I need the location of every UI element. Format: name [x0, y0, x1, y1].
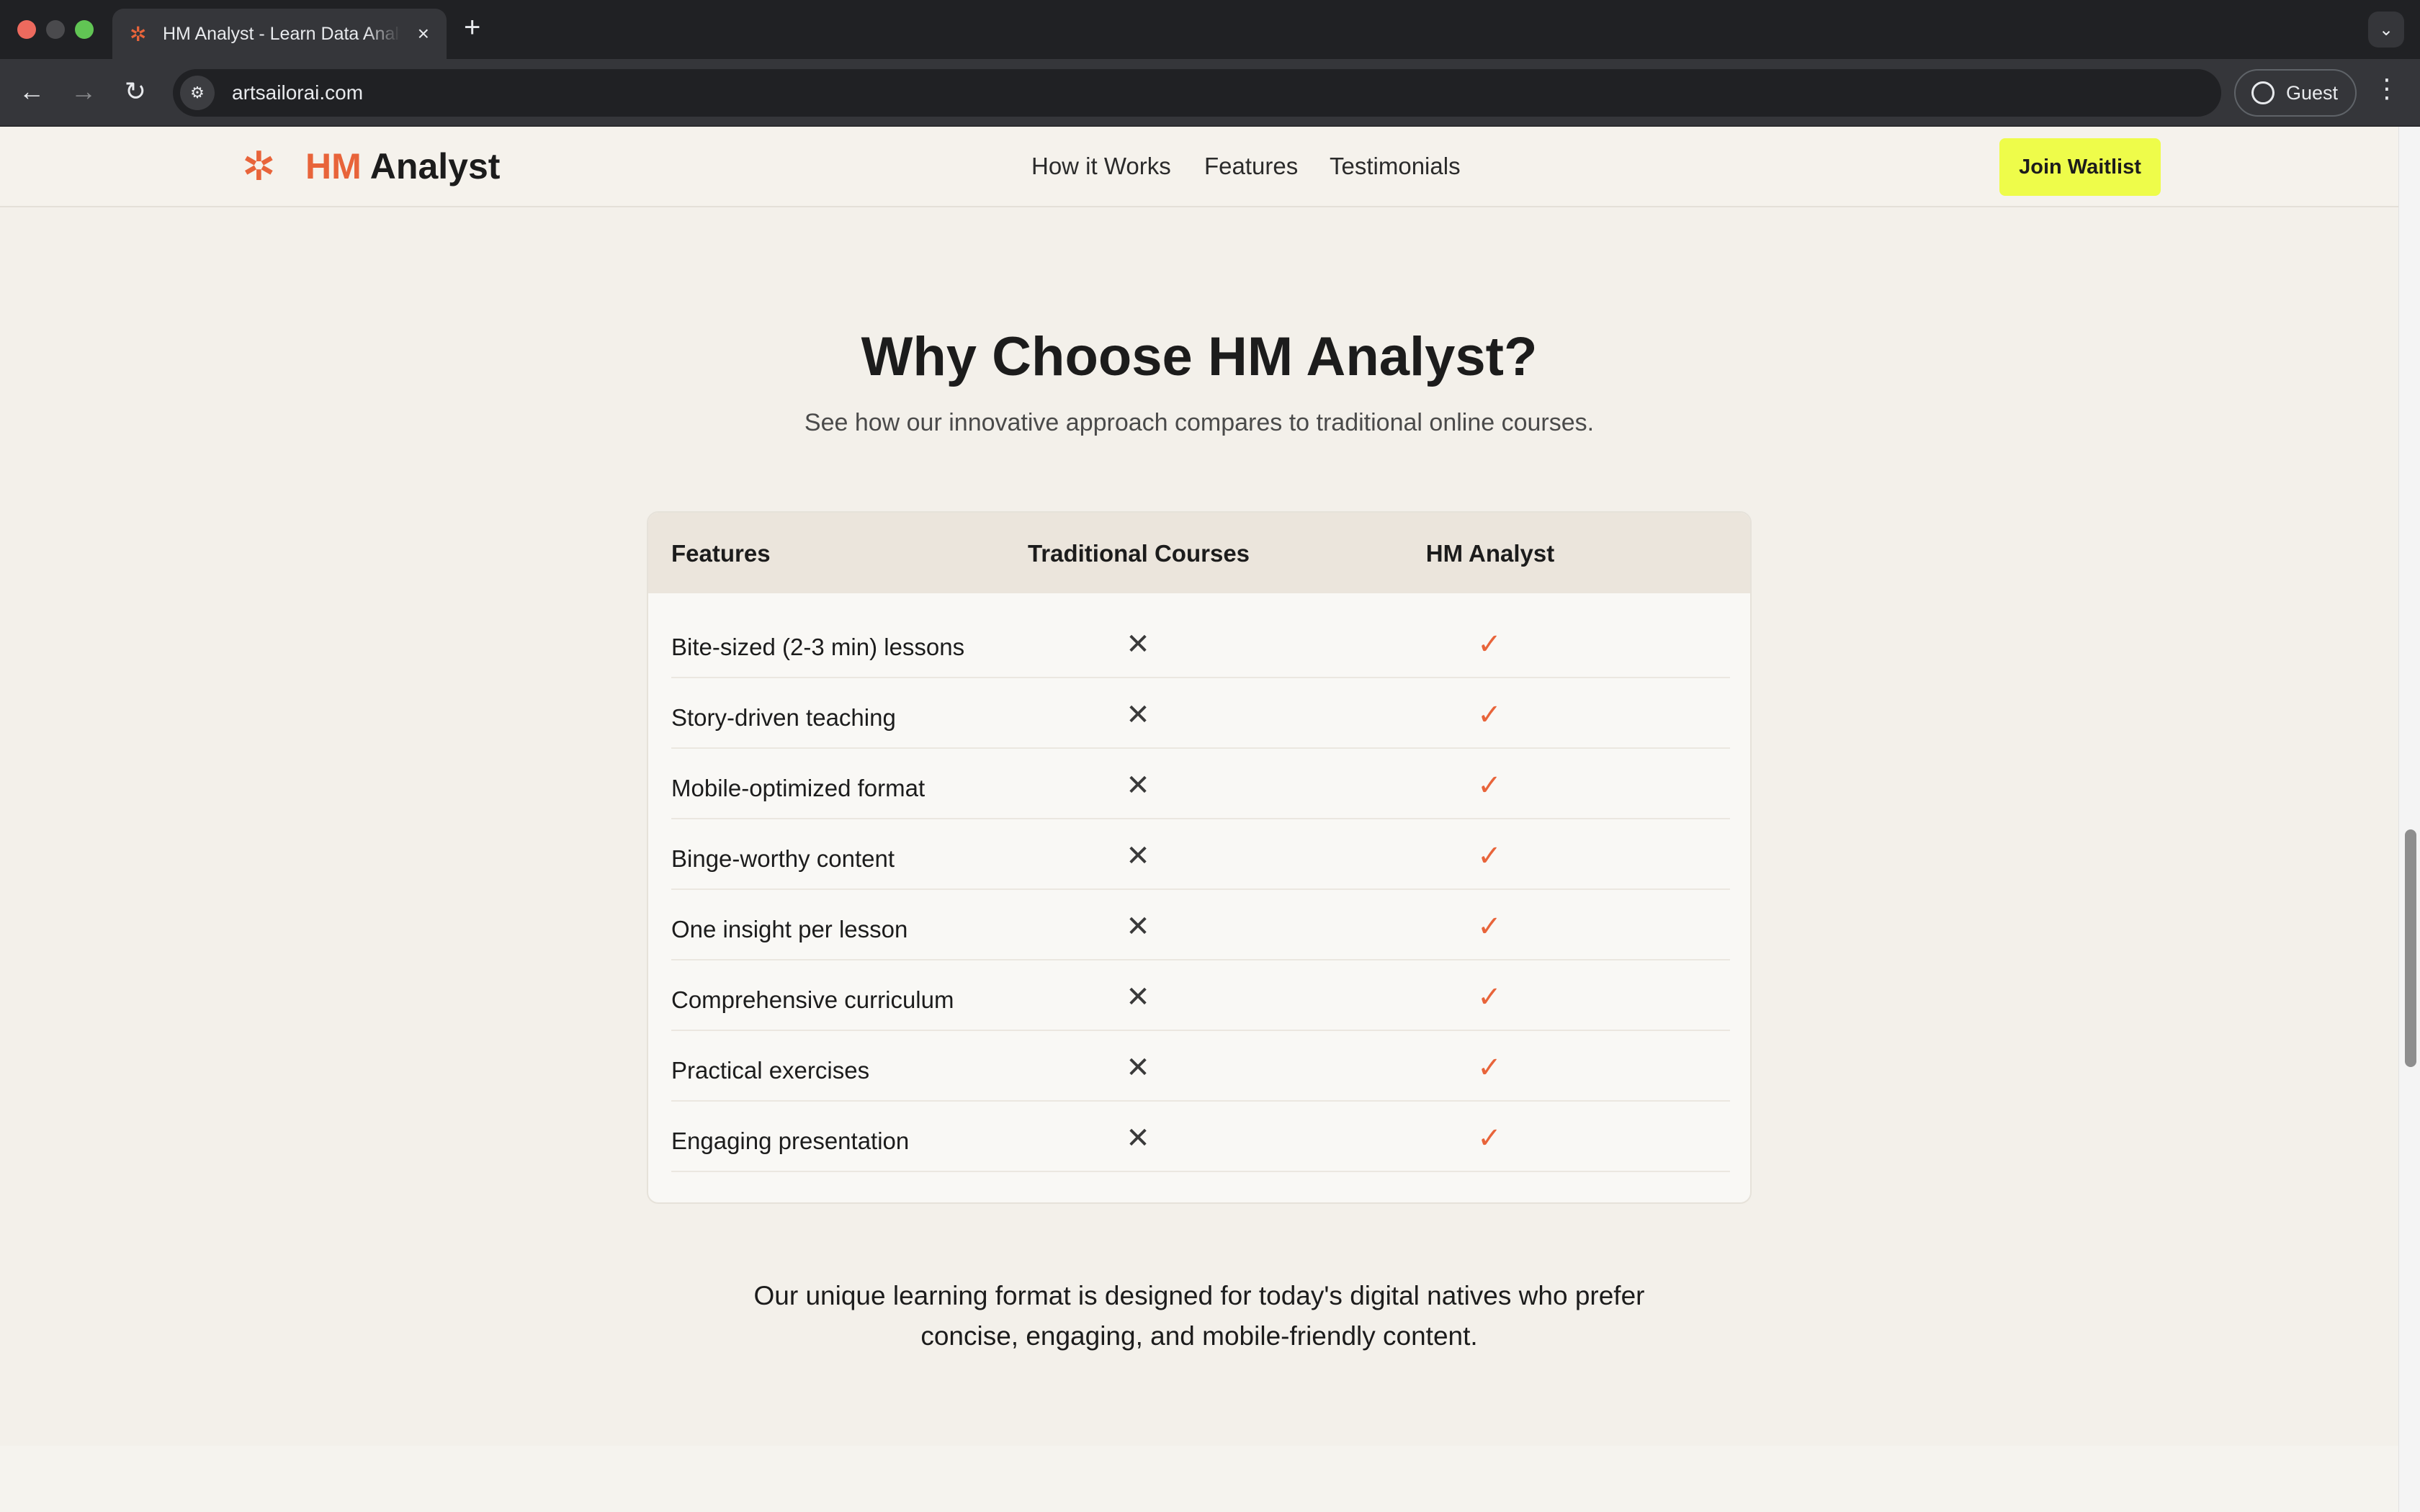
check-icon: ✓ — [1477, 840, 1502, 872]
site-info-icon[interactable]: ⚙ — [180, 76, 215, 110]
logo-text[interactable]: HM Analyst — [305, 145, 500, 187]
closing-text: Our unique learning format is designed f… — [753, 1281, 1645, 1351]
check-icon: ✓ — [1477, 699, 1502, 731]
x-icon: ✕ — [1126, 911, 1150, 942]
logo-hm: HM — [305, 146, 362, 186]
join-waitlist-button[interactable]: Join Waitlist — [1999, 138, 2161, 196]
logo-icon[interactable]: ✲ — [242, 143, 276, 190]
page-viewport: ✲ HM Analyst How it Works Features Testi… — [0, 127, 2398, 1512]
feature-label: Comprehensive curriculum — [671, 986, 954, 1013]
nav-how-it-works[interactable]: How it Works — [1031, 153, 1171, 180]
close-window-button[interactable] — [17, 20, 36, 39]
new-tab-icon[interactable]: + — [464, 12, 480, 44]
check-icon: ✓ — [1477, 981, 1502, 1013]
table-row: Engaging presentation ✕ ✓ — [671, 1102, 1730, 1172]
browser-tab-strip: ✲ HM Analyst - Learn Data Analytics × + … — [0, 0, 2420, 59]
scrollbar-thumb[interactable] — [2405, 829, 2416, 1067]
browser-menu-icon[interactable]: ⋮ — [2374, 73, 2400, 104]
feature-label: One insight per lesson — [671, 916, 908, 942]
check-icon: ✓ — [1477, 770, 1502, 801]
reload-icon[interactable]: ↻ — [120, 76, 151, 107]
comparison-table: Features Traditional Courses HM Analyst … — [647, 511, 1752, 1204]
x-icon: ✕ — [1126, 981, 1150, 1013]
forward-icon[interactable]: → — [68, 76, 99, 107]
section-title: Why Choose HM Analyst? — [861, 326, 1538, 387]
x-icon: ✕ — [1126, 770, 1150, 801]
url-text[interactable]: artsailorai.com — [232, 81, 363, 104]
profile-label: Guest — [2286, 81, 2339, 104]
close-tab-icon[interactable]: × — [418, 22, 429, 45]
x-icon: ✕ — [1126, 699, 1150, 731]
address-bar[interactable]: ⚙ artsailorai.com — [173, 69, 2221, 117]
profile-icon — [2251, 81, 2275, 104]
header-features: Features — [671, 540, 771, 567]
page-scrollbar[interactable] — [2398, 127, 2420, 1512]
profile-button[interactable]: Guest — [2234, 69, 2357, 117]
feature-label: Bite-sized (2-3 min) lessons — [671, 634, 965, 660]
check-icon: ✓ — [1477, 629, 1502, 660]
logo-rest: Analyst — [361, 146, 501, 186]
table-header: Features Traditional Courses HM Analyst — [648, 513, 1750, 593]
nav-features[interactable]: Features — [1204, 153, 1298, 180]
table-row: Binge-worthy content ✕ ✓ — [671, 819, 1730, 890]
check-icon: ✓ — [1477, 1052, 1502, 1084]
feature-label: Practical exercises — [671, 1057, 870, 1084]
header-hm-analyst: HM Analyst — [1425, 540, 1555, 567]
x-icon: ✕ — [1126, 1052, 1150, 1084]
table-row: Mobile-optimized format ✕ ✓ — [671, 749, 1730, 819]
browser-tab[interactable]: ✲ HM Analyst - Learn Data Analytics × — [112, 9, 447, 59]
header-traditional: Traditional Courses — [1027, 540, 1250, 567]
check-icon: ✓ — [1477, 1122, 1502, 1154]
feature-label: Story-driven teaching — [671, 704, 896, 731]
next-section-edge — [0, 1446, 2398, 1512]
x-icon: ✕ — [1126, 840, 1150, 872]
table-row: Comprehensive curriculum ✕ ✓ — [671, 960, 1730, 1031]
table-row: Practical exercises ✕ ✓ — [671, 1031, 1730, 1102]
table-row: Story-driven teaching ✕ ✓ — [671, 678, 1730, 749]
browser-toolbar: ← → ↻ ⚙ artsailorai.com Guest ⋮ — [0, 59, 2420, 127]
site-header: ✲ HM Analyst How it Works Features Testi… — [0, 127, 2398, 207]
table-row: Bite-sized (2-3 min) lessons ✕ ✓ — [671, 608, 1730, 678]
check-icon: ✓ — [1477, 911, 1502, 942]
feature-label: Mobile-optimized format — [671, 775, 926, 801]
feature-label: Binge-worthy content — [671, 845, 895, 872]
back-icon[interactable]: ← — [16, 76, 48, 107]
tab-title: HM Analyst - Learn Data Analytics — [163, 23, 400, 44]
feature-label: Engaging presentation — [671, 1128, 910, 1154]
section-subtitle: See how our innovative approach compares… — [804, 409, 1595, 436]
nav-testimonials[interactable]: Testimonials — [1330, 153, 1461, 180]
minimize-window-button[interactable] — [46, 20, 65, 39]
x-icon: ✕ — [1126, 629, 1150, 660]
maximize-window-button[interactable] — [75, 20, 94, 39]
x-icon: ✕ — [1126, 1122, 1150, 1154]
tab-search-icon[interactable]: ⌄ — [2368, 12, 2404, 48]
favicon-icon: ✲ — [130, 22, 147, 45]
table-row: One insight per lesson ✕ ✓ — [671, 890, 1730, 960]
